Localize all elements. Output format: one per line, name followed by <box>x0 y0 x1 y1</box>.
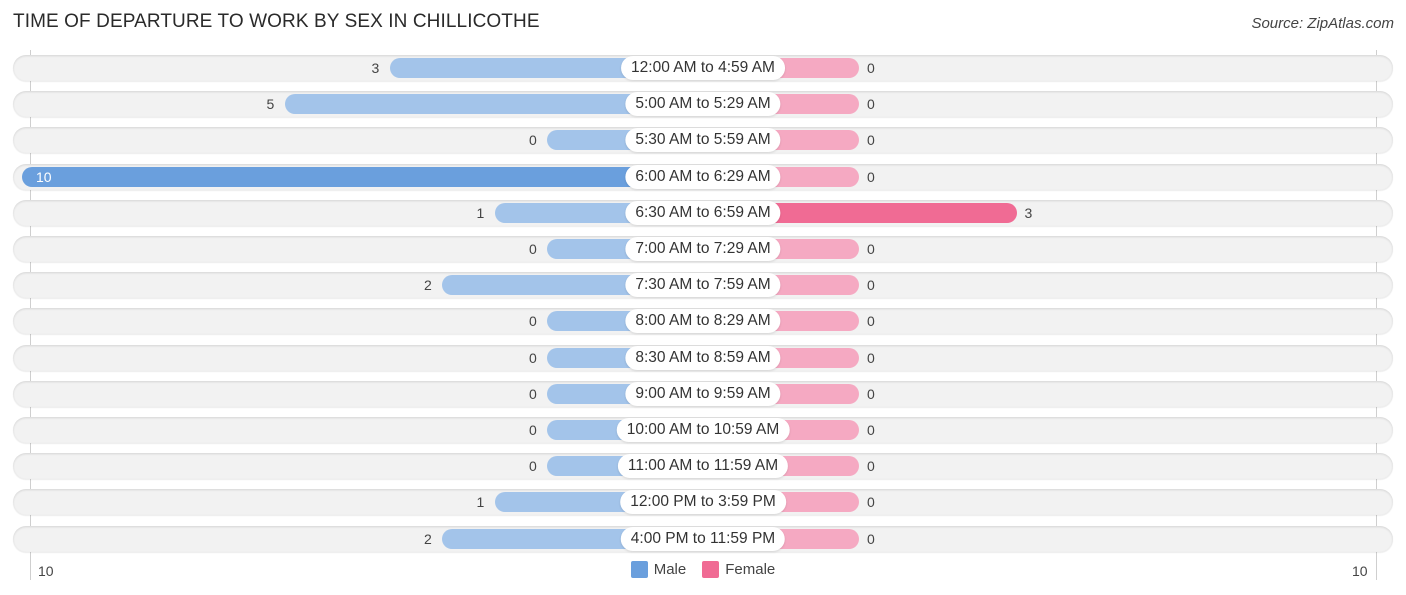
value-label-male: 2 <box>424 530 432 547</box>
category-label: 4:00 PM to 11:59 PM <box>620 526 786 551</box>
value-label-female: 3 <box>1024 204 1033 221</box>
category-label: 9:00 AM to 9:59 AM <box>625 381 781 406</box>
category-label: 7:00 AM to 7:29 AM <box>625 237 781 261</box>
category-label: 5:30 AM to 5:59 AM <box>625 128 781 153</box>
value-label-female: 0 <box>867 277 875 294</box>
bar-male <box>22 166 703 187</box>
value-label-female: 0 <box>867 494 875 511</box>
value-label-male: 3 <box>371 60 380 76</box>
category-label: 10:00 AM to 10:59 AM <box>616 418 790 442</box>
value-label-male: 0 <box>529 385 537 402</box>
value-label-male: 2 <box>424 277 432 294</box>
value-label-male: 10 <box>36 168 52 185</box>
value-label-male: 0 <box>529 349 537 366</box>
value-label-male: 0 <box>529 132 537 149</box>
category-label: 6:30 AM to 6:59 AM <box>625 200 781 225</box>
value-label-female: 0 <box>867 385 875 402</box>
value-label-female: 0 <box>867 168 875 185</box>
category-label: 8:30 AM to 8:59 AM <box>625 345 781 370</box>
value-label-female: 0 <box>867 422 875 438</box>
category-label: 11:00 AM to 11:59 AM <box>617 454 789 479</box>
legend-item-male: Male <box>630 561 687 578</box>
value-label-male: 0 <box>529 422 537 438</box>
legend-swatch-female <box>702 561 720 578</box>
value-label-male: 1 <box>476 494 485 511</box>
value-label-female: 0 <box>867 96 875 113</box>
value-label-female: 0 <box>867 349 875 366</box>
category-label: 6:00 AM to 6:29 AM <box>625 164 781 189</box>
value-label-male: 1 <box>476 204 485 221</box>
value-label-male: 5 <box>266 96 275 113</box>
category-label: 7:30 AM to 7:59 AM <box>625 273 781 298</box>
value-label-female: 0 <box>867 132 875 149</box>
value-label-male: 0 <box>529 241 537 257</box>
value-label-female: 0 <box>867 241 875 257</box>
chart-area: 3 0 12:00 AM to 4:59 AM 5 0 5:00 AM to 5:29 A… <box>0 0 1406 595</box>
legend-item-female: Female <box>702 561 775 578</box>
legend-label-male: Male <box>653 561 687 578</box>
value-label-female: 0 <box>867 313 875 330</box>
category-label: 5:00 AM to 5:29 AM <box>625 92 781 117</box>
value-label-female: 0 <box>867 60 875 76</box>
value-label-male: 0 <box>529 313 537 330</box>
legend-label-female: Female <box>725 561 776 578</box>
value-label-female: 0 <box>867 458 875 475</box>
category-label: 12:00 PM to 3:59 PM <box>620 490 786 515</box>
legend: Male Female <box>0 561 1406 578</box>
category-label: 12:00 AM to 4:59 AM <box>621 56 785 80</box>
category-label: 8:00 AM to 8:29 AM <box>625 309 781 334</box>
value-label-male: 0 <box>529 458 537 475</box>
legend-swatch-male <box>630 561 648 578</box>
value-label-female: 0 <box>867 530 875 547</box>
